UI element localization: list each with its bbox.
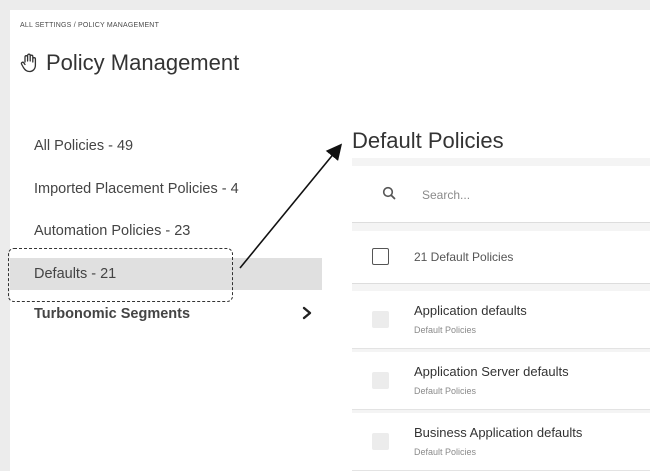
sidebar-item-automation-policies[interactable]: Automation Policies - 23 (34, 223, 190, 239)
page-title: Policy Management (46, 50, 240, 75)
row-checkbox[interactable] (372, 372, 389, 389)
search-input[interactable] (420, 184, 634, 206)
policy-name[interactable]: Application defaults (414, 303, 527, 318)
policy-name[interactable]: Application Server defaults (414, 364, 569, 379)
chevron-right-icon[interactable] (300, 306, 314, 320)
breadcrumb[interactable]: ALL SETTINGS / POLICY MANAGEMENT (20, 22, 159, 29)
sidebar-item-all-policies[interactable]: All Policies - 49 (34, 138, 133, 154)
policy-category: Default Policies (414, 325, 477, 335)
row-checkbox[interactable] (372, 433, 389, 450)
policy-category: Default Policies (414, 447, 477, 457)
search-bar (352, 166, 650, 223)
policy-category: Default Policies (414, 386, 477, 396)
sidebar-item-turbonomic-segments[interactable]: Turbonomic Segments (34, 306, 190, 322)
search-icon (382, 186, 396, 200)
select-all-checkbox[interactable] (372, 248, 389, 265)
section-title: Default Policies (352, 128, 504, 153)
policy-name[interactable]: Business Application defaults (414, 425, 582, 440)
sidebar-item-imported-placement-policies[interactable]: Imported Placement Policies - 4 (34, 181, 239, 197)
list-item[interactable]: Application Server defaults Default Poli… (352, 352, 650, 410)
select-all-row: 21 Default Policies (352, 231, 650, 284)
title-row: Policy Management (20, 50, 239, 76)
policy-count-label: 21 Default Policies (414, 250, 514, 264)
list-item[interactable]: Business Application defaults Default Po… (352, 413, 650, 471)
page-header: ALL SETTINGS / POLICY MANAGEMENT Policy … (10, 10, 650, 98)
row-checkbox[interactable] (372, 311, 389, 328)
defaults-callout-outline (8, 248, 233, 302)
app-frame: ALL SETTINGS / POLICY MANAGEMENT Policy … (0, 0, 650, 471)
hand-icon (20, 53, 37, 73)
list-item[interactable]: Application defaults Default Policies (352, 291, 650, 349)
